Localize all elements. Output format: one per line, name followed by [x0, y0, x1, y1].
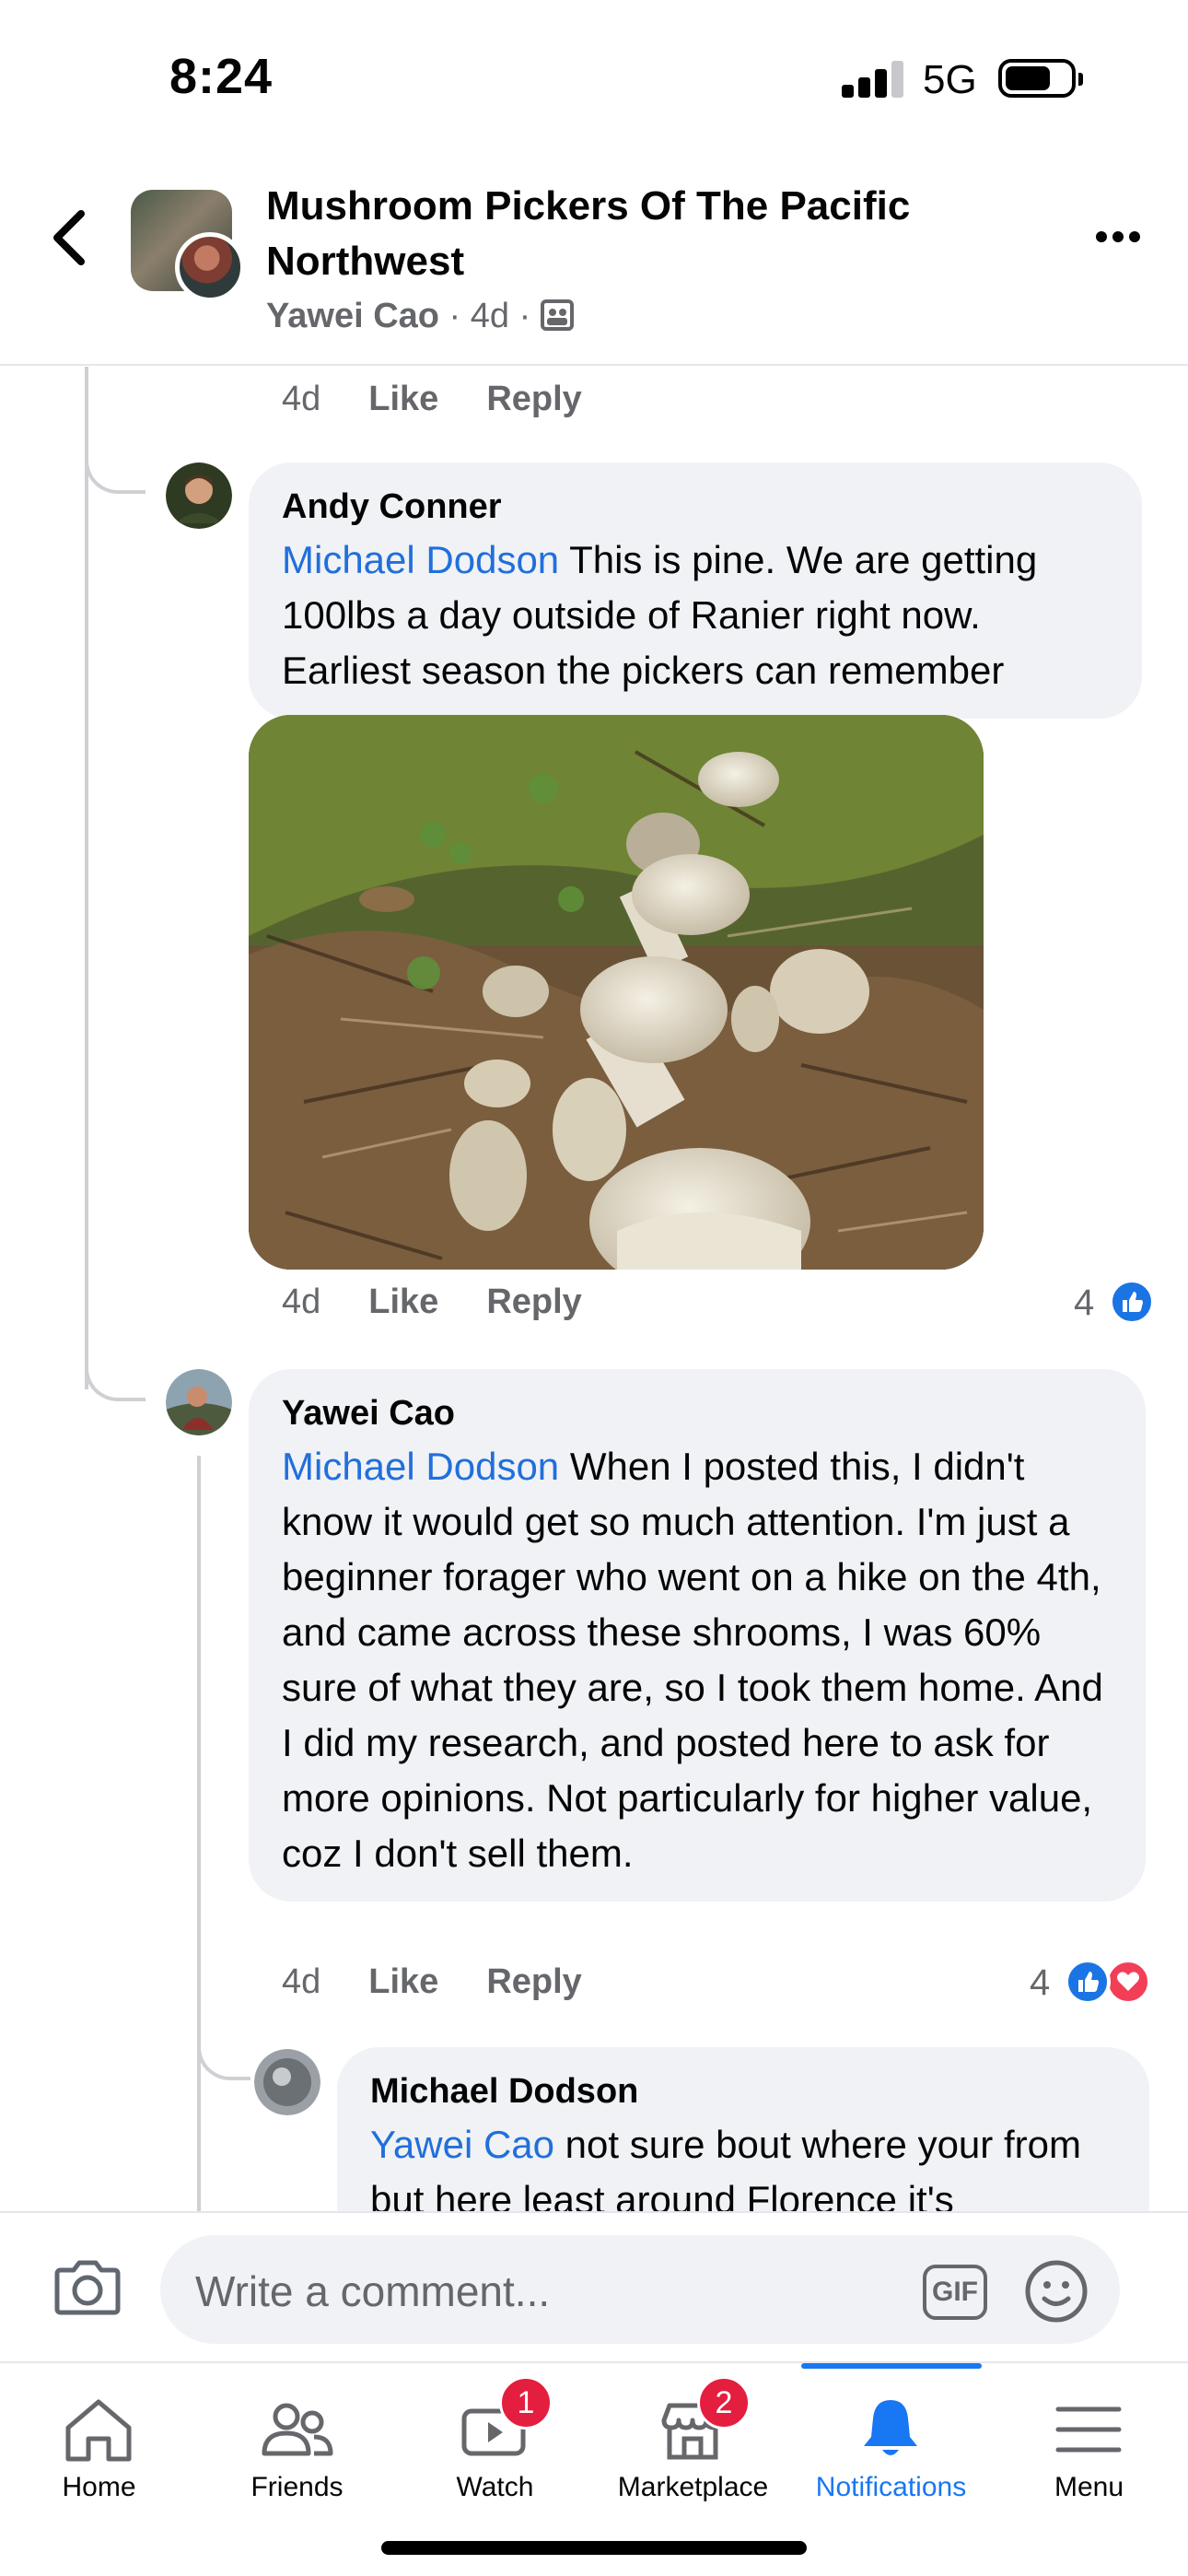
post-author[interactable]: Yawei Cao	[266, 297, 439, 335]
reaction-count[interactable]: 4	[1074, 1282, 1094, 1324]
avatar[interactable]	[166, 1369, 232, 1435]
like-reaction-icon	[1065, 1959, 1111, 2005]
signal-icon	[842, 61, 904, 98]
separator: ·	[448, 297, 461, 335]
home-indicator[interactable]	[381, 2541, 807, 2555]
header-divider	[0, 364, 1188, 366]
avatar[interactable]	[254, 2049, 320, 2115]
comment-bubble[interactable]: Yawei Cao Michael Dodson When I posted t…	[249, 1369, 1146, 1902]
tab-menu[interactable]: Menu	[990, 2363, 1188, 2576]
comment-composer: Write a comment... GIF	[0, 2211, 1188, 2360]
gif-button[interactable]: GIF	[923, 2265, 987, 2320]
group-name[interactable]: Mushroom Pickers Of The Pacific Northwes…	[266, 179, 1058, 289]
status-time: 8:24	[169, 49, 274, 104]
back-icon[interactable]	[48, 206, 92, 269]
bell-icon	[864, 2400, 917, 2455]
comment-photo[interactable]	[249, 715, 984, 1270]
mushroom-photo	[249, 715, 984, 1270]
separator: ·	[518, 297, 531, 335]
like-button[interactable]: Like	[368, 1962, 438, 2001]
emoji-icon[interactable]	[1024, 2259, 1089, 2324]
comment-time: 4d	[282, 1282, 321, 1321]
notification-badge: 2	[697, 2376, 751, 2430]
tab-label: Home	[62, 2472, 136, 2502]
reply-button[interactable]: Reply	[486, 1962, 581, 2001]
comment-bubble[interactable]: Andy Conner Michael Dodson This is pine.…	[249, 463, 1142, 719]
comment-bubble[interactable]: Michael Dodson Yawei Cao not sure bout w…	[337, 2047, 1149, 2211]
comment-author[interactable]: Michael Dodson	[370, 2066, 1116, 2117]
reply-button[interactable]: Reply	[486, 1282, 581, 1321]
comment-actions: 4d Like Reply	[282, 380, 630, 419]
tab-home[interactable]: Home	[0, 2363, 198, 2576]
tab-label: Menu	[1054, 2472, 1124, 2502]
comment-input[interactable]: Write a comment... GIF	[160, 2235, 1120, 2344]
home-icon	[65, 2399, 132, 2462]
more-options-icon[interactable]	[1096, 230, 1146, 247]
group-privacy-icon	[540, 299, 574, 331]
post-meta: Yawei Cao · 4d ·	[266, 297, 574, 336]
like-reaction-icon	[1109, 1279, 1155, 1325]
tab-label: Watch	[456, 2472, 534, 2502]
mention-link[interactable]: Michael Dodson	[282, 1445, 559, 1488]
friends-icon	[262, 2403, 333, 2456]
like-button[interactable]: Like	[368, 1282, 438, 1321]
mention-link[interactable]: Yawei Cao	[370, 2123, 554, 2166]
like-button[interactable]: Like	[368, 380, 438, 418]
comment-placeholder: Write a comment...	[195, 2267, 551, 2315]
comment-actions: 4d Like Reply	[282, 1962, 630, 2002]
comment-time: 4d	[282, 1962, 321, 2001]
thread-line	[197, 1456, 201, 2211]
battery-icon	[998, 59, 1083, 98]
tab-friends[interactable]: Friends	[198, 2363, 396, 2576]
post-age: 4d	[470, 297, 510, 335]
love-reaction-icon	[1105, 1959, 1151, 2005]
tab-label: Friends	[250, 2472, 344, 2502]
tab-label: Marketplace	[617, 2472, 769, 2502]
tab-notifications[interactable]: Notifications	[792, 2363, 990, 2576]
mention-link[interactable]: Michael Dodson	[282, 538, 559, 581]
reply-button[interactable]: Reply	[486, 380, 581, 418]
notification-badge: 1	[499, 2376, 553, 2430]
comment-author[interactable]: Andy Conner	[282, 481, 1109, 533]
network-type: 5G	[923, 57, 977, 102]
comment-time: 4d	[282, 380, 321, 418]
author-avatar	[175, 232, 245, 302]
thread-connector	[85, 1341, 146, 1401]
thread-connector	[85, 433, 146, 494]
comment-author[interactable]: Yawei Cao	[282, 1388, 1112, 1439]
thread-connector	[197, 2027, 250, 2080]
thread-line	[85, 367, 88, 1389]
comment-actions: 4d Like Reply	[282, 1282, 630, 1322]
camera-icon[interactable]	[53, 2257, 122, 2316]
tab-label: Notifications	[815, 2472, 967, 2502]
reaction-count[interactable]: 4	[1030, 1962, 1050, 2004]
menu-icon	[1055, 2406, 1122, 2453]
comment-text: When I posted this, I didn't know it wou…	[282, 1445, 1103, 1875]
avatar[interactable]	[166, 463, 232, 529]
